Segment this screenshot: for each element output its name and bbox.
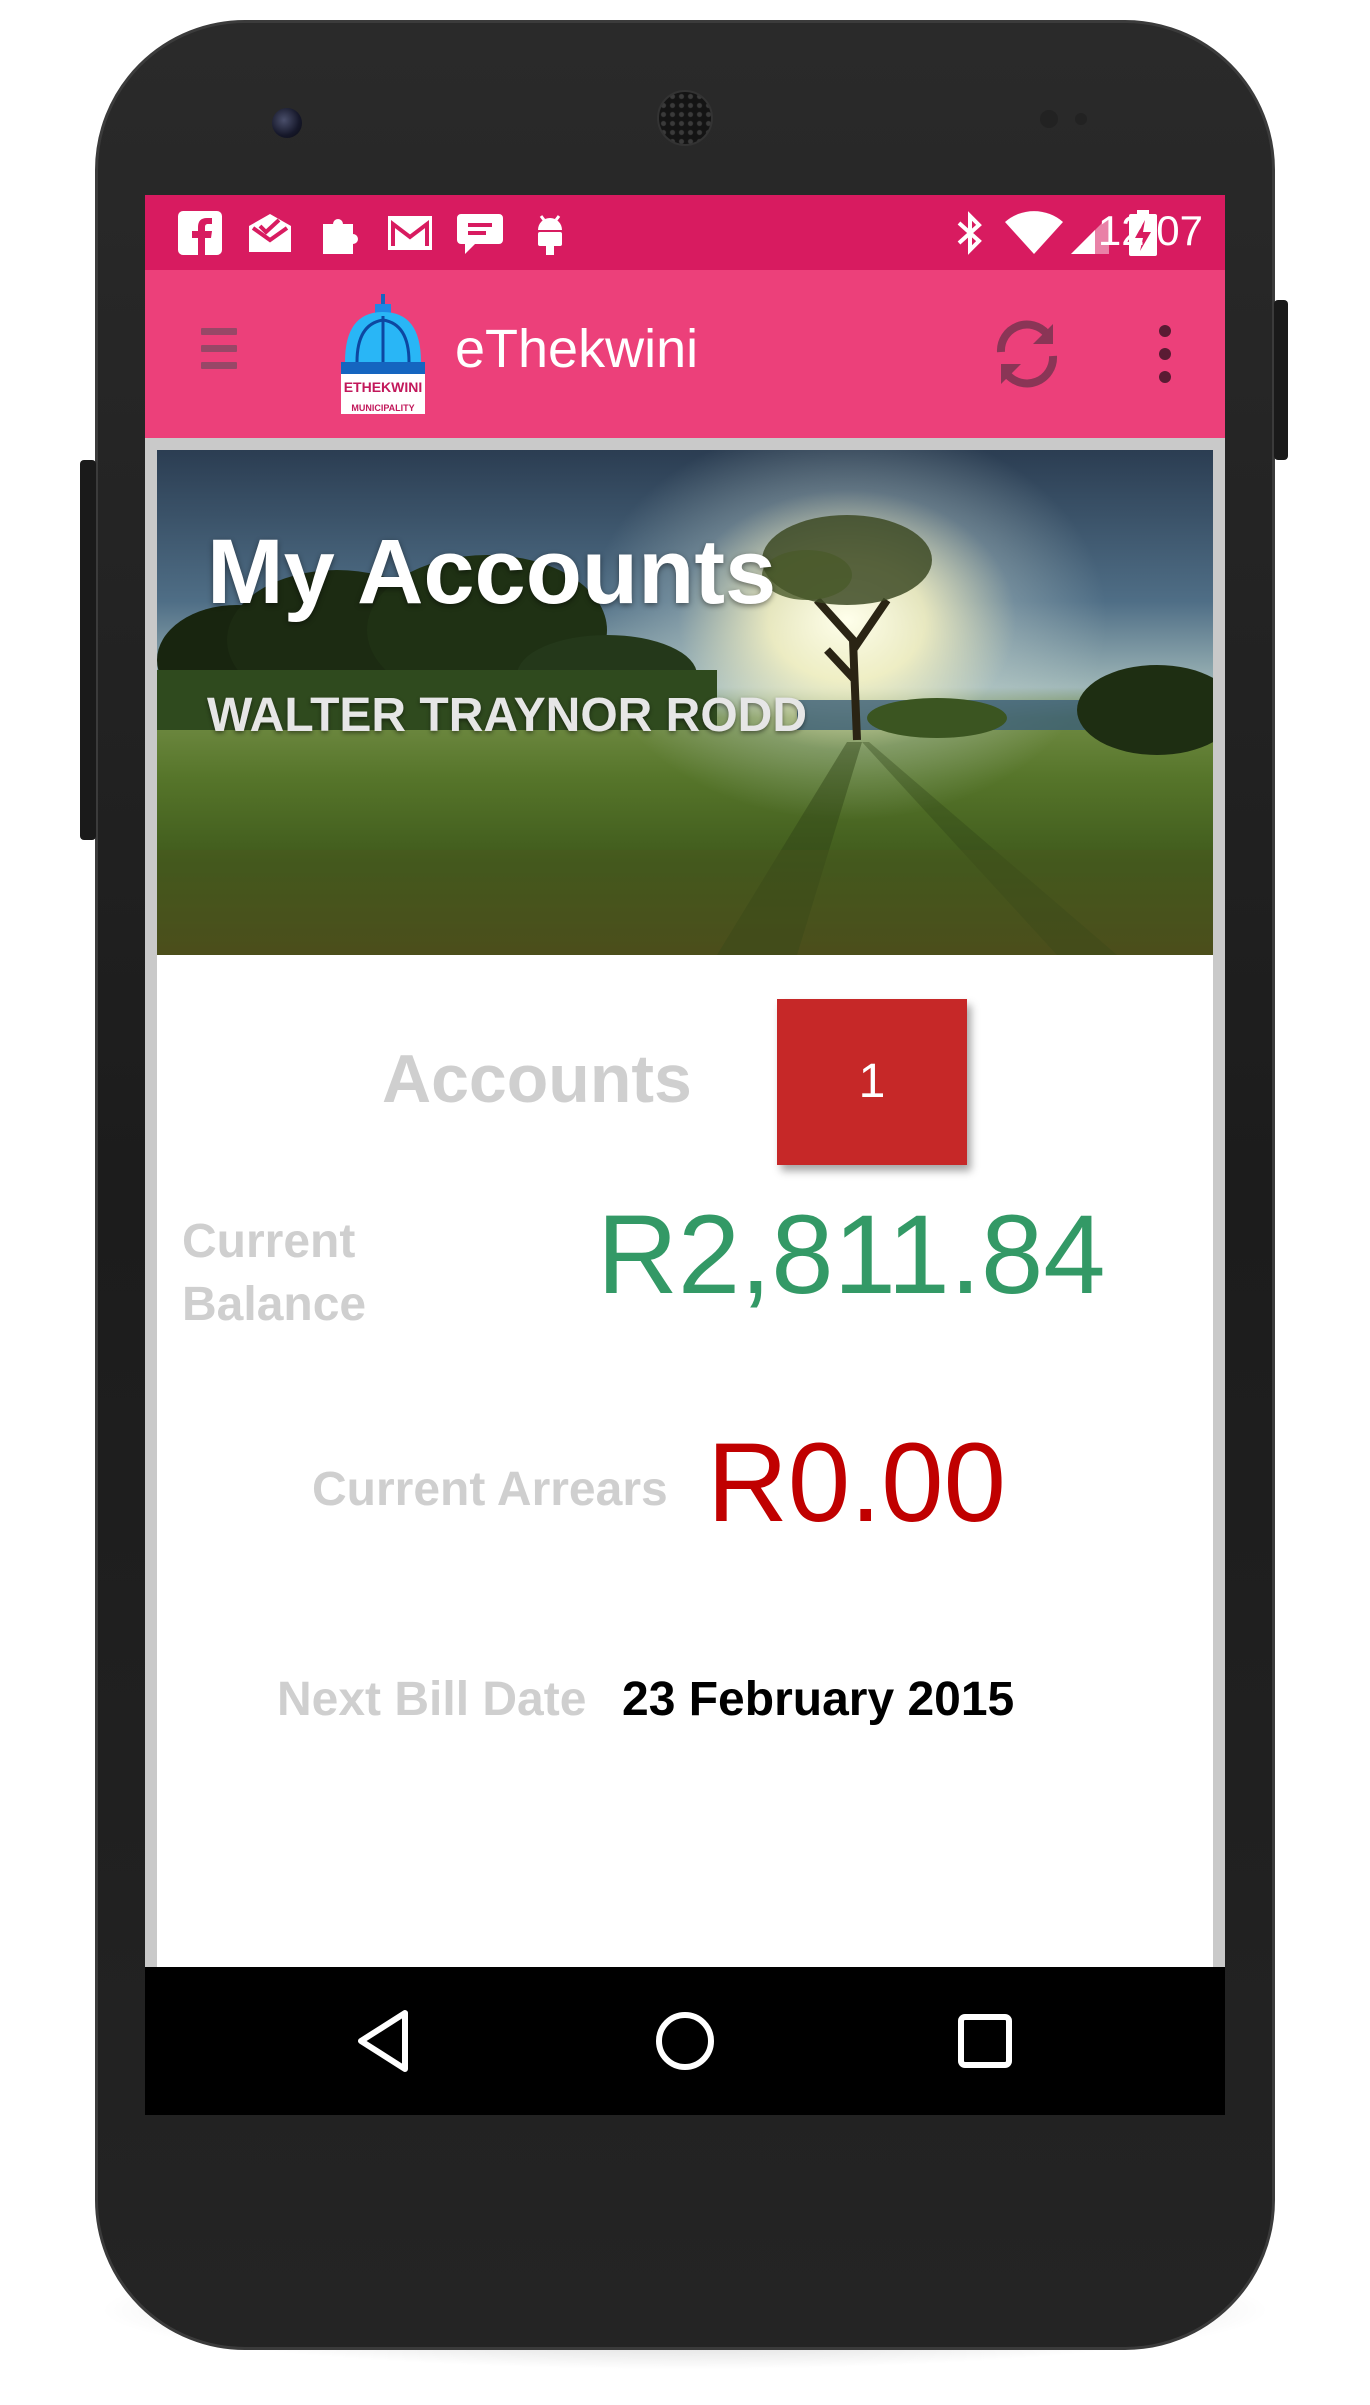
hero-title: My Accounts — [207, 521, 777, 623]
gmail-icon — [388, 216, 432, 250]
proximity-sensor — [1040, 110, 1058, 128]
hero-banner: My Accounts WALTER TRAYNOR RODD — [157, 450, 1213, 955]
next-bill-date-label: Next Bill Date — [277, 1673, 587, 1726]
current-arrears-value: R0.00 — [707, 1420, 1006, 1545]
current-arrears-label: Current Arrears — [312, 1463, 668, 1516]
navigation-bar — [145, 1967, 1225, 2115]
back-icon[interactable] — [345, 2001, 425, 2081]
next-bill-date-value: 23 February 2015 — [622, 1673, 1015, 1726]
status-time: 12:07 — [1097, 207, 1203, 254]
app-bar: ETHEKWINI MUNICIPALITY eThekwini — [145, 270, 1225, 438]
earpiece-speaker — [657, 90, 713, 146]
account-summary-card: My Accounts WALTER TRAYNOR RODD Accounts… — [157, 450, 1213, 2110]
puzzle-icon — [323, 218, 358, 254]
current-balance-value: R2,811.84 — [597, 1192, 1106, 1317]
home-icon[interactable] — [645, 2001, 725, 2081]
svg-text:ETHEKWINI: ETHEKWINI — [344, 379, 423, 395]
overflow-menu-icon[interactable] — [1145, 314, 1185, 394]
menu-icon[interactable] — [201, 328, 237, 376]
status-bar: 12:07 — [145, 195, 1225, 270]
refresh-icon[interactable] — [987, 314, 1067, 394]
bluetooth-icon — [957, 211, 982, 255]
facebook-icon — [178, 211, 222, 255]
front-camera — [272, 108, 302, 138]
accounts-label: Accounts — [382, 1041, 692, 1117]
chat-bubble-icon — [457, 214, 503, 254]
current-balance-label: Current Balance — [182, 1215, 367, 1331]
accounts-count-button[interactable]: 1 — [777, 999, 967, 1165]
light-sensor — [1075, 113, 1087, 125]
power-button — [1274, 300, 1288, 460]
volume-button — [80, 460, 96, 840]
ethekwini-logo: ETHEKWINI MUNICIPALITY — [341, 294, 425, 414]
account-holder-name: WALTER TRAYNOR RODD — [207, 689, 807, 742]
recents-icon[interactable] — [945, 2001, 1025, 2081]
wifi-icon — [1005, 211, 1063, 254]
android-icon — [538, 215, 562, 255]
mail-check-icon — [249, 214, 291, 252]
svg-text:MUNICIPALITY: MUNICIPALITY — [351, 403, 414, 413]
app-title: eThekwini — [455, 319, 699, 379]
screen: 12:07 ETHEKWINI MUNICIPALITY eThekwini M… — [145, 195, 1225, 2115]
